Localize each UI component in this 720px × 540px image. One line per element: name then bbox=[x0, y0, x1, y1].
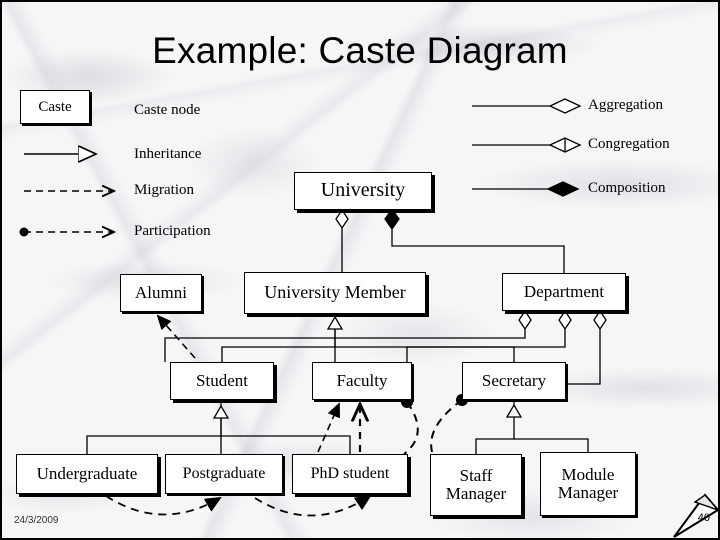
node-phd-student[interactable]: PhD student bbox=[292, 454, 408, 494]
edge-student-alumni-migration bbox=[158, 316, 196, 359]
node-staff-manager-label: Staff Manager bbox=[445, 465, 507, 503]
footer-date: 24/3/2009 bbox=[14, 515, 59, 526]
edge-undergraduate-postgraduate-migration bbox=[105, 495, 220, 516]
legend-sample-caste-box-label: Caste bbox=[38, 98, 72, 115]
node-student[interactable]: Student bbox=[170, 362, 274, 400]
edge-faculty-department-aggregation bbox=[406, 309, 572, 362]
node-faculty-label: Faculty bbox=[336, 370, 388, 390]
node-phd-student-label: PhD student bbox=[310, 465, 390, 483]
page-number: 40 bbox=[697, 512, 710, 524]
node-undergraduate[interactable]: Undergraduate bbox=[16, 454, 158, 494]
node-module-manager[interactable]: Module Manager bbox=[540, 452, 636, 516]
node-secretary[interactable]: Secretary bbox=[462, 362, 566, 400]
node-university[interactable]: University bbox=[294, 172, 432, 210]
node-university-label: University bbox=[320, 179, 406, 202]
legend-label-migration: Migration bbox=[134, 182, 194, 198]
node-faculty[interactable]: Faculty bbox=[312, 362, 412, 400]
edge-department-university-composition bbox=[384, 207, 565, 273]
node-module-manager-label: Module Manager bbox=[557, 464, 619, 502]
edge-postgraduate-phdstudent-migration bbox=[254, 496, 370, 517]
node-secretary-label: Secretary bbox=[481, 370, 547, 390]
edge-inheritance-bus-secretary bbox=[475, 400, 589, 454]
node-postgraduate[interactable]: Postgraduate bbox=[165, 454, 283, 494]
edge-inheritance-bus-student bbox=[86, 400, 351, 454]
legend-label-caste-node: Caste node bbox=[134, 102, 201, 118]
legend-sample-aggregation bbox=[472, 98, 582, 114]
node-university-member-label: University Member bbox=[264, 282, 406, 303]
edge-phdstudent-faculty-migration bbox=[317, 404, 339, 453]
edge-student-department-aggregation bbox=[164, 309, 532, 362]
legend-sample-caste-box: Caste bbox=[20, 90, 90, 124]
node-staff-manager[interactable]: Staff Manager bbox=[430, 454, 522, 516]
node-postgraduate-label: Postgraduate bbox=[182, 465, 266, 483]
legend-label-congregation: Congregation bbox=[588, 136, 670, 152]
legend-label-participation: Participation bbox=[134, 223, 211, 239]
edge-secretary-department-aggregation bbox=[566, 309, 607, 385]
node-alumni-label: Alumni bbox=[135, 282, 187, 302]
edge-secretary-staffmanager-participation bbox=[430, 394, 468, 453]
legend-sample-congregation bbox=[472, 137, 582, 153]
node-department-label: Department bbox=[523, 281, 605, 301]
page-curl-icon bbox=[673, 493, 718, 538]
node-department[interactable]: Department bbox=[502, 273, 626, 311]
legend-label-composition: Composition bbox=[588, 180, 666, 196]
legend-label-aggregation: Aggregation bbox=[588, 97, 663, 113]
edge-faculty-phdstudent-participation bbox=[401, 396, 419, 455]
legend-sample-composition bbox=[472, 181, 580, 197]
legend-label-inheritance: Inheritance bbox=[134, 146, 202, 162]
node-undergraduate-label: Undergraduate bbox=[36, 463, 138, 483]
node-alumni[interactable]: Alumni bbox=[120, 274, 202, 312]
edge-universitymember-university-aggregation bbox=[335, 208, 349, 272]
node-university-member[interactable]: University Member bbox=[244, 272, 426, 314]
slide-canvas: Example: Caste Diagram Caste Caste node … bbox=[0, 0, 720, 540]
node-student-label: Student bbox=[196, 370, 248, 390]
